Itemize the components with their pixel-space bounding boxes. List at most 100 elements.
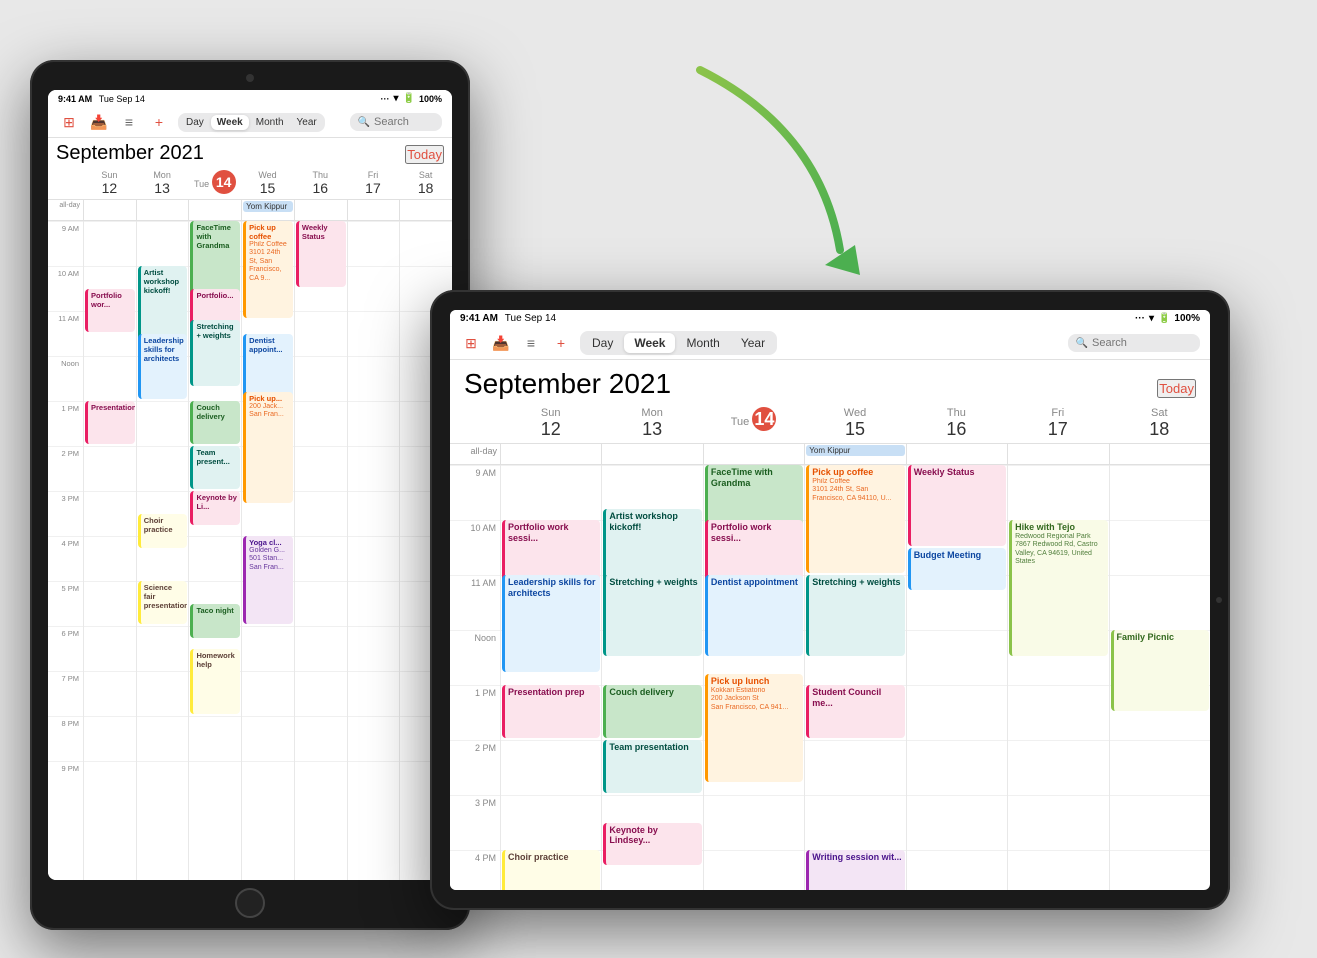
inbox-button[interactable]: 📥 bbox=[490, 332, 512, 354]
day-header-row: Sun 12Mon 13Tue 14Wed 15Thu 16Fri 17Sat … bbox=[48, 167, 452, 200]
calendar-event[interactable]: Pick up lunchKokkari Estiatorio200 Jacks… bbox=[705, 674, 803, 782]
week-view-button[interactable]: Week bbox=[211, 115, 249, 130]
all-day-cells: Yom Kippur bbox=[500, 444, 1210, 464]
search-icon: 🔍 bbox=[1076, 338, 1088, 349]
event-title: Family Picnic bbox=[1117, 632, 1206, 643]
day-label: Sat bbox=[1151, 407, 1168, 419]
calendar-event[interactable]: Presentation prep bbox=[502, 685, 600, 738]
hour-line bbox=[137, 671, 189, 716]
add-event-button[interactable]: + bbox=[550, 332, 572, 354]
search-input[interactable] bbox=[374, 116, 434, 128]
today-number: 14 bbox=[212, 170, 236, 194]
calendar-event[interactable]: Pick up coffeePhilz Coffee3101 24th St, … bbox=[243, 221, 293, 318]
calendar-event[interactable]: Stretching + weights bbox=[806, 575, 904, 656]
event-title: Stretching + weights bbox=[196, 322, 237, 340]
search-box[interactable]: 🔍 bbox=[350, 113, 442, 131]
add-event-button[interactable]: + bbox=[148, 111, 170, 133]
screen-small: 9:41 AM Tue Sep 14 ··· ▾ 🔋 100% ⊞ 📥 ≡ + … bbox=[48, 90, 452, 880]
list-button[interactable]: ≡ bbox=[520, 332, 542, 354]
calendar-event[interactable]: Stretching + weights bbox=[190, 320, 240, 386]
calendar-event[interactable]: Writing session wit... bbox=[806, 850, 904, 890]
day-view-button[interactable]: Day bbox=[180, 115, 210, 130]
calendar-event[interactable]: Weekly Status bbox=[296, 221, 346, 287]
day-col-2: FaceTime with GrandmaPortfolio work sess… bbox=[703, 465, 804, 890]
calendar-event[interactable]: Hike with TejoRedwood Regional Park7867 … bbox=[1009, 520, 1107, 656]
calendar-event[interactable]: Dentist appointment bbox=[705, 575, 803, 656]
calendar-event[interactable]: Science fair presentations bbox=[138, 581, 188, 624]
time-slot: Noon bbox=[450, 630, 500, 685]
hour-line bbox=[84, 626, 136, 671]
calendar-event[interactable]: Choir practice bbox=[502, 850, 600, 890]
calendar-event[interactable]: Pick up coffeePhilz Coffee3101 24th St, … bbox=[806, 465, 904, 573]
all-day-event[interactable]: Yom Kippur bbox=[806, 445, 904, 456]
calendar-event[interactable]: Pick up...200 Jack...San Fran... bbox=[243, 392, 293, 503]
calendar-event[interactable]: Leadership skills for architects bbox=[502, 575, 600, 672]
calendar-event[interactable]: Presentation... bbox=[85, 401, 135, 444]
today-number: 14 bbox=[752, 407, 776, 431]
calendar-title: September 2021 bbox=[56, 142, 204, 165]
day-view-button[interactable]: Day bbox=[582, 333, 623, 353]
calendar-event[interactable]: Team present... bbox=[190, 446, 240, 489]
month-view-button[interactable]: Month bbox=[250, 115, 290, 130]
day-col-3: Pick up coffeePhilz Coffee3101 24th St, … bbox=[804, 465, 905, 890]
battery-icon: 🔋 bbox=[1158, 313, 1170, 324]
today-button[interactable]: Today bbox=[1157, 379, 1196, 398]
calendar-event[interactable]: Homework help bbox=[190, 649, 240, 715]
time-slot: 9 PM bbox=[48, 761, 83, 806]
calendar-event[interactable]: Weekly Status bbox=[908, 465, 1006, 546]
calendar-event[interactable]: Couch delivery bbox=[603, 685, 701, 738]
calendar-event[interactable]: Dentist appoint... bbox=[243, 334, 293, 400]
calendar-event[interactable]: Team presentation bbox=[603, 740, 701, 793]
calendar-event[interactable]: Taco night bbox=[190, 604, 240, 638]
event-title: Team present... bbox=[196, 448, 237, 466]
calendar-title: September 2021 bbox=[464, 368, 671, 400]
calendar-event[interactable]: Couch delivery bbox=[190, 401, 240, 444]
event-detail: Golden G...501 Stan...San Fran... bbox=[249, 547, 290, 572]
time-slot: 8 PM bbox=[48, 716, 83, 761]
hour-line bbox=[84, 221, 136, 266]
list-button[interactable]: ≡ bbox=[118, 111, 140, 133]
day-label: Wed bbox=[844, 407, 866, 419]
hour-line bbox=[295, 626, 347, 671]
week-view-button[interactable]: Week bbox=[624, 333, 675, 353]
year-view-button[interactable]: Year bbox=[731, 333, 775, 353]
day-header-row: Sun 12Mon 13Tue 14Wed 15Thu 16Fri 17Sat … bbox=[450, 404, 1210, 444]
calendar-event[interactable]: Leadership skills for architects bbox=[138, 334, 188, 400]
calendar-event[interactable]: Keynote by Lindsey... bbox=[603, 823, 701, 865]
inbox-button[interactable]: 📥 bbox=[88, 111, 110, 133]
day-label: Tue bbox=[194, 179, 209, 189]
calendar-event[interactable]: Family Picnic bbox=[1111, 630, 1209, 711]
scroll-inner: 9 AM10 AM11 AMNoon1 PM2 PM3 PM4 PM5 PMPo… bbox=[450, 465, 1210, 890]
day-number: 12 bbox=[500, 419, 601, 440]
day-header-thu: Thu 16 bbox=[294, 167, 347, 199]
calendar-event[interactable]: Stretching + weights bbox=[603, 575, 701, 656]
all-day-event[interactable]: Yom Kippur bbox=[243, 201, 293, 212]
time-slot: 10 AM bbox=[48, 266, 83, 311]
today-button[interactable]: Today bbox=[405, 145, 444, 164]
day-number: 16 bbox=[906, 419, 1007, 440]
event-title: Pick up... bbox=[249, 394, 290, 403]
grid-view-button[interactable]: ⊞ bbox=[58, 111, 80, 133]
home-button-small[interactable] bbox=[235, 888, 265, 918]
calendar-event[interactable]: Yoga cl...Golden G...501 Stan...San Fran… bbox=[243, 536, 293, 624]
event-title: Choir practice bbox=[144, 516, 185, 534]
calendar-event[interactable]: Student Council me... bbox=[806, 685, 904, 738]
search-input[interactable] bbox=[1092, 337, 1192, 349]
calendar-event[interactable]: Budget Meeting bbox=[908, 548, 1006, 590]
calendar-event[interactable]: Keynote by Li... bbox=[190, 491, 240, 525]
all-day-cell bbox=[703, 444, 804, 464]
battery-pct: 100% bbox=[1174, 313, 1200, 324]
hour-line bbox=[84, 491, 136, 536]
event-detail: Kokkari Estiatorio200 Jackson StSan Fran… bbox=[711, 687, 800, 712]
time-slot: 11 AM bbox=[450, 575, 500, 630]
month-view-button[interactable]: Month bbox=[676, 333, 729, 353]
grid-view-button[interactable]: ⊞ bbox=[460, 332, 482, 354]
hour-line bbox=[805, 740, 905, 795]
calendar-event[interactable]: Portfolio wor... bbox=[85, 289, 135, 332]
search-box[interactable]: 🔍 bbox=[1068, 334, 1200, 352]
hour-line bbox=[295, 716, 347, 761]
year-view-button[interactable]: Year bbox=[291, 115, 323, 130]
day-label: Sat bbox=[419, 170, 433, 180]
calendar-event[interactable]: Choir practice bbox=[138, 514, 188, 548]
hour-line bbox=[907, 685, 1007, 740]
